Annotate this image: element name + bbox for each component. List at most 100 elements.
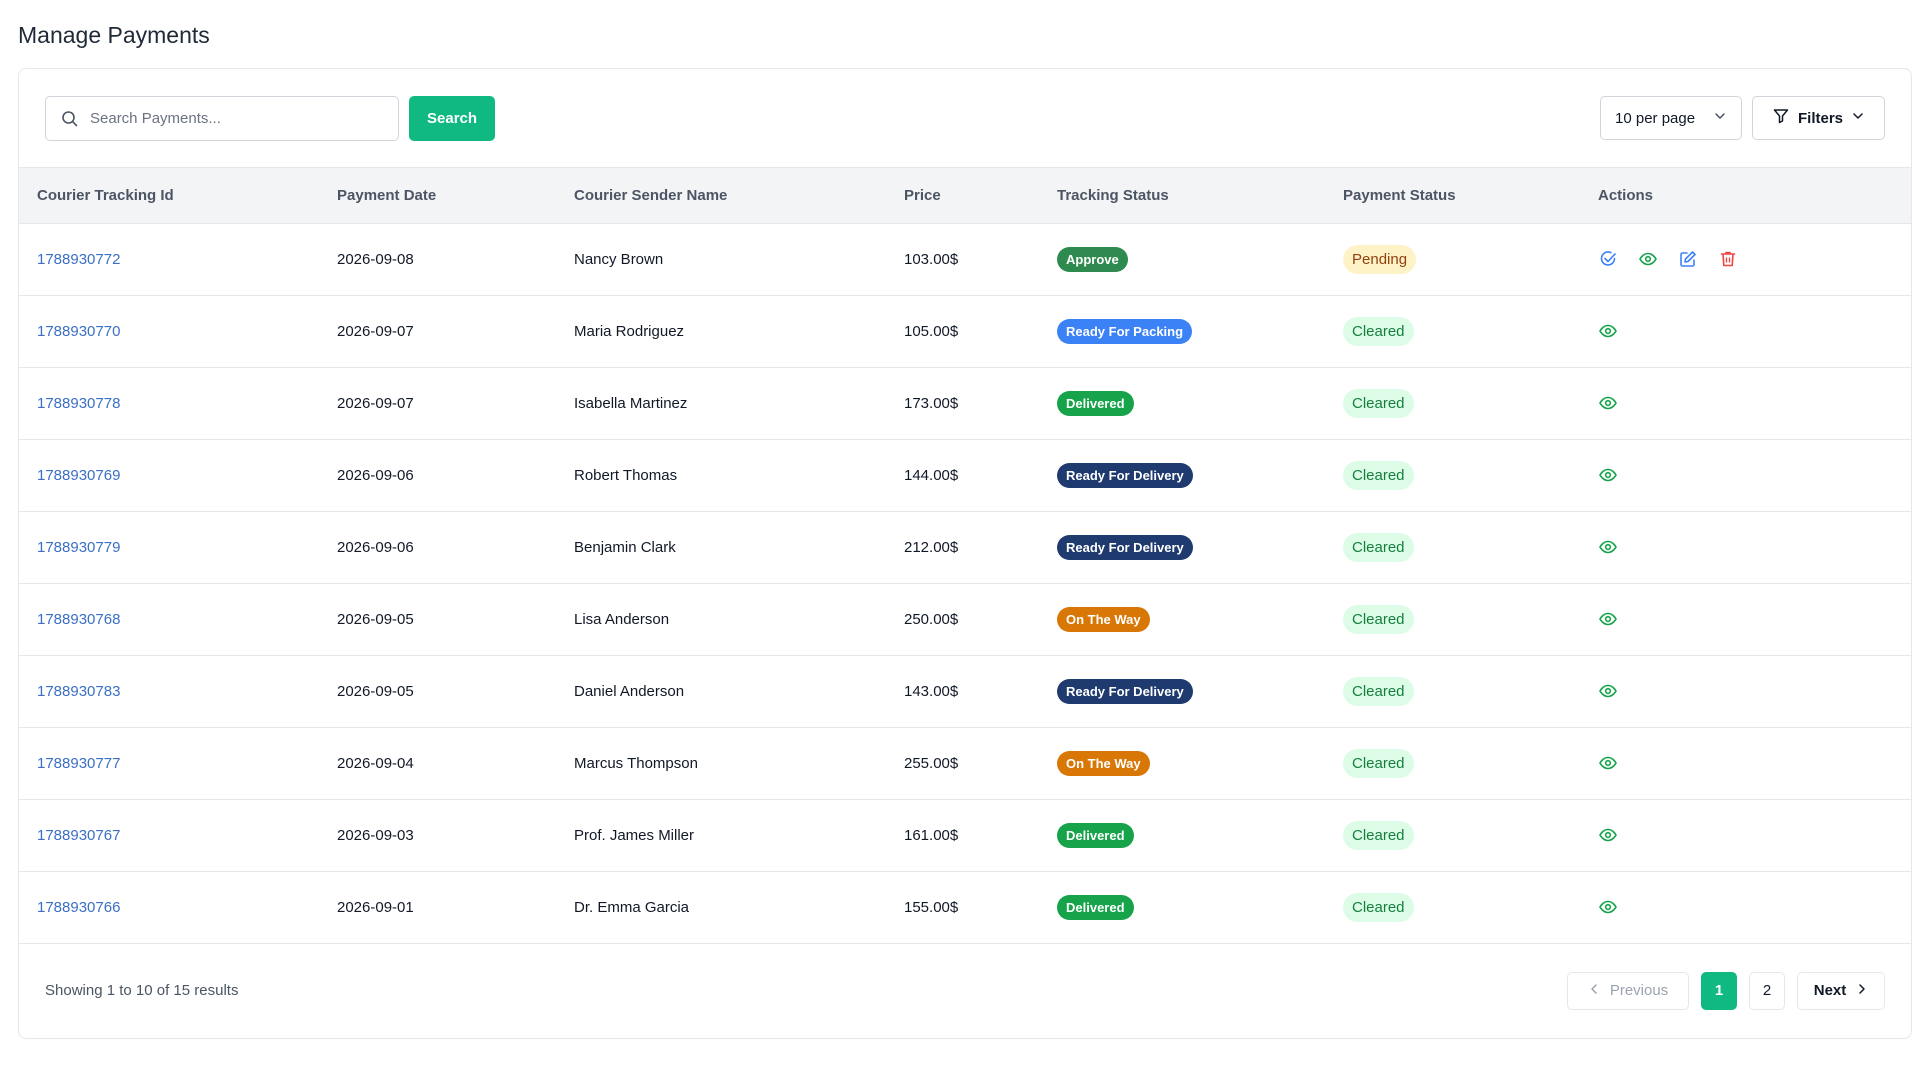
table-row: 1788930767 2026-09-03 Prof. James Miller… [19, 799, 1911, 871]
row-actions [1598, 249, 1911, 269]
edit-icon[interactable] [1678, 249, 1698, 269]
eye-icon[interactable] [1598, 825, 1618, 845]
results-summary: Showing 1 to 10 of 15 results [45, 982, 239, 999]
payment-status-badge: Cleared [1343, 460, 1414, 490]
toolbar-right: 10 per page Filters [1600, 96, 1885, 140]
cell-sender-name: Dr. Emma Garcia [574, 898, 690, 916]
page-button-2[interactable]: 2 [1749, 971, 1785, 1010]
cell-sender-name: Prof. James Miller [574, 826, 695, 844]
tracking-status-badge: Ready For Packing [1057, 318, 1193, 344]
page-button-1[interactable]: 1 [1701, 971, 1737, 1010]
header-tracking-status[interactable]: Tracking Status [1039, 168, 1325, 224]
cell-payment-date: 2026-09-01 [337, 898, 414, 916]
per-page-select[interactable]: 10 per page [1600, 96, 1742, 140]
cell-sender-name: Nancy Brown [574, 250, 664, 268]
toolbar: Search 10 per page Filters [19, 69, 1911, 168]
filters-button[interactable]: Filters [1752, 96, 1885, 140]
cell-payment-status: Cleared [1325, 727, 1580, 799]
next-button[interactable]: Next [1797, 971, 1885, 1010]
eye-icon[interactable] [1598, 537, 1618, 557]
row-actions [1598, 393, 1911, 413]
cell-payment-status: Cleared [1325, 439, 1580, 511]
cell-tracking-id: 1788930767 [19, 799, 319, 871]
cell-tracking-id: 1788930777 [19, 727, 319, 799]
cell-payment-date: 2026-09-07 [337, 322, 414, 340]
tracking-id-link[interactable]: 1788930768 [37, 611, 120, 628]
cell-actions [1580, 295, 1911, 367]
tracking-id-link[interactable]: 1788930777 [37, 755, 120, 772]
row-actions [1598, 897, 1911, 917]
cell-payment-date: 2026-09-03 [337, 826, 414, 844]
tracking-status-badge: Ready For Delivery [1057, 678, 1193, 704]
check-circle-icon[interactable] [1598, 249, 1618, 269]
cell-tracking-status: Ready For Packing [1039, 295, 1325, 367]
header-sender-name[interactable]: Courier Sender Name [556, 168, 886, 224]
cell-payment-status: Cleared [1325, 655, 1580, 727]
cell-tracking-status: Ready For Delivery [1039, 655, 1325, 727]
eye-icon[interactable] [1598, 321, 1618, 341]
eye-icon[interactable] [1598, 465, 1618, 485]
eye-icon[interactable] [1598, 897, 1618, 917]
tracking-status-badge: Ready For Delivery [1057, 462, 1193, 488]
chevron-down-icon [1713, 109, 1727, 127]
tracking-id-link[interactable]: 1788930766 [37, 899, 120, 916]
eye-icon[interactable] [1598, 609, 1618, 629]
cell-actions [1580, 223, 1911, 295]
chevron-right-icon [1856, 982, 1868, 999]
search-input[interactable] [46, 96, 398, 140]
cell-sender-name: Benjamin Clark [574, 538, 676, 556]
tracking-id-link[interactable]: 1788930772 [37, 251, 120, 268]
eye-icon[interactable] [1638, 249, 1658, 269]
cell-payment-status: Cleared [1325, 583, 1580, 655]
table-row: 1788930769 2026-09-06 Robert Thomas 144.… [19, 439, 1911, 511]
payment-status-badge: Cleared [1343, 388, 1414, 418]
filters-label: Filters [1797, 109, 1843, 127]
eye-icon[interactable] [1598, 681, 1618, 701]
cell-price: 155.00$ [904, 898, 959, 916]
table-row: 1788930770 2026-09-07 Maria Rodriguez 10… [19, 295, 1911, 367]
cell-tracking-id: 1788930779 [19, 511, 319, 583]
cell-sender-name: Daniel Anderson [574, 682, 685, 700]
cell-price: 144.00$ [904, 466, 959, 484]
row-actions [1598, 465, 1911, 485]
trash-icon[interactable] [1718, 249, 1738, 269]
cell-actions [1580, 871, 1911, 943]
cell-tracking-id: 1788930770 [19, 295, 319, 367]
previous-button[interactable]: Previous [1567, 971, 1689, 1010]
tracking-id-link[interactable]: 1788930770 [37, 323, 120, 340]
header-price[interactable]: Price [886, 168, 1039, 224]
tracking-id-link[interactable]: 1788930767 [37, 827, 120, 844]
payment-status-badge: Cleared [1343, 892, 1414, 922]
cell-tracking-status: Delivered [1039, 799, 1325, 871]
cell-payment-status: Cleared [1325, 511, 1580, 583]
cell-payment-date: 2026-09-07 [337, 394, 414, 412]
header-payment-status[interactable]: Payment Status [1325, 168, 1580, 224]
cell-payment-date: 2026-09-05 [337, 610, 414, 628]
cell-actions [1580, 655, 1911, 727]
cell-payment-status: Cleared [1325, 871, 1580, 943]
tracking-id-link[interactable]: 1788930769 [37, 467, 120, 484]
table-row: 1788930783 2026-09-05 Daniel Anderson 14… [19, 655, 1911, 727]
search-button[interactable]: Search [409, 95, 496, 141]
cell-payment-status: Pending [1325, 223, 1580, 295]
cell-sender-name: Maria Rodriguez [574, 322, 685, 340]
cell-sender-name: Lisa Anderson [574, 610, 670, 628]
table-footer: Showing 1 to 10 of 15 results Previous 1… [19, 944, 1911, 1038]
tracking-status-badge: Ready For Delivery [1057, 534, 1193, 560]
cell-tracking-status: On The Way [1039, 727, 1325, 799]
pagination: Previous 1 2 Next [1567, 971, 1885, 1010]
header-tracking-id[interactable]: Courier Tracking Id [19, 168, 319, 224]
cell-tracking-status: Ready For Delivery [1039, 439, 1325, 511]
tracking-id-link[interactable]: 1788930783 [37, 683, 120, 700]
cell-payment-status: Cleared [1325, 367, 1580, 439]
cell-payment-status: Cleared [1325, 295, 1580, 367]
eye-icon[interactable] [1598, 753, 1618, 773]
tracking-id-link[interactable]: 1788930779 [37, 539, 120, 556]
header-payment-date[interactable]: Payment Date [319, 168, 556, 224]
tracking-id-link[interactable]: 1788930778 [37, 395, 120, 412]
eye-icon[interactable] [1598, 393, 1618, 413]
cell-tracking-id: 1788930772 [19, 223, 319, 295]
cell-tracking-id: 1788930783 [19, 655, 319, 727]
row-actions [1598, 753, 1911, 773]
per-page-label: 10 per page [1615, 109, 1696, 127]
